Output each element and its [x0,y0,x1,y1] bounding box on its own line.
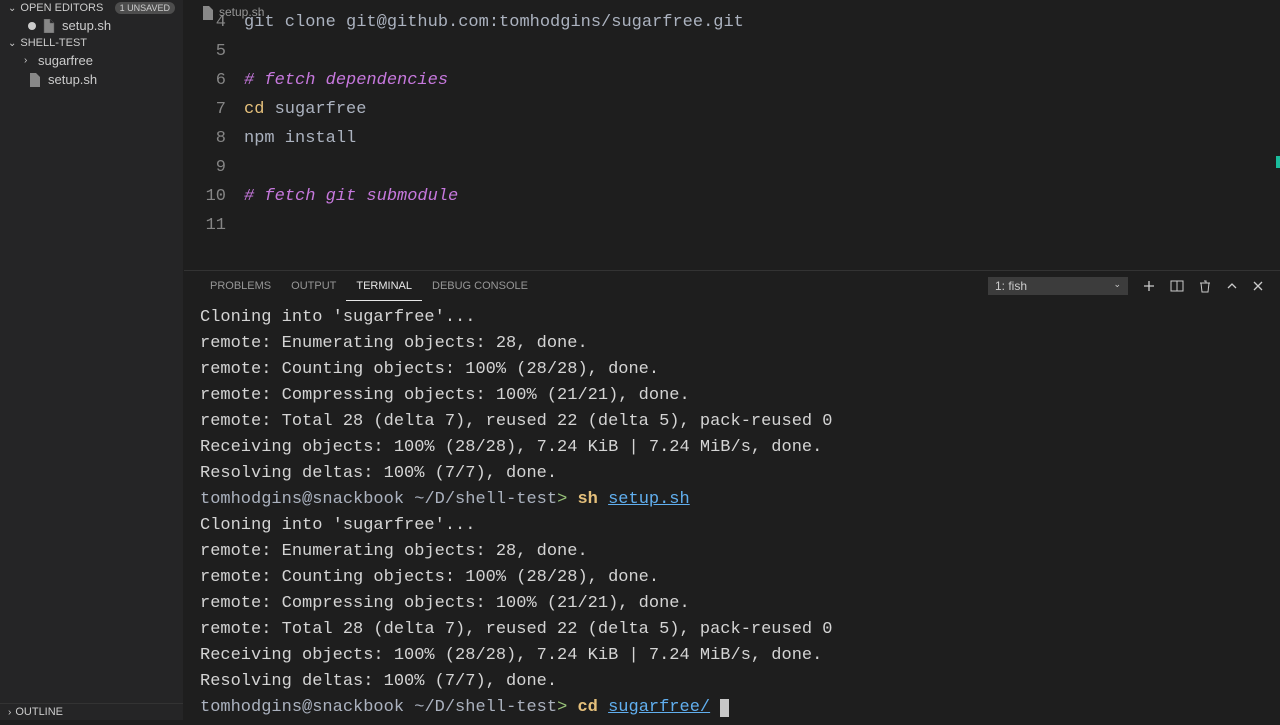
file-icon [202,6,214,20]
explorer-sidebar: ⌄ OPEN EDITORS 1 UNSAVED setup.sh ⌄ SHEL… [0,0,184,720]
line-number-gutter: 4567891011 [184,0,244,270]
unsaved-badge: 1 UNSAVED [115,2,175,14]
split-terminal-icon[interactable] [1170,279,1184,293]
terminal-selector[interactable]: 1: fish ⌄ [988,277,1128,295]
close-icon[interactable] [1252,280,1264,292]
modified-dot-icon [28,22,36,30]
main-area: setup.sh 4567891011 git clone git@github… [184,0,1280,720]
panel-tab-debug[interactable]: DEBUG CONSOLE [422,271,538,301]
open-editor-name: setup.sh [62,18,111,33]
panel-tab-problems[interactable]: PROBLEMS [200,271,281,301]
chevron-right-icon: › [24,55,36,66]
sidebar-item-setupsh[interactable]: setup.sh [0,70,183,89]
panel-tab-bar: PROBLEMS OUTPUT TERMINAL DEBUG CONSOLE 1… [184,271,1280,301]
file-icon [42,19,56,33]
minimap-marker [1276,156,1280,168]
trash-icon[interactable] [1198,279,1212,293]
tab-filename: setup.sh [219,0,264,27]
new-terminal-icon[interactable] [1142,279,1156,293]
editor[interactable]: setup.sh 4567891011 git clone git@github… [184,0,1280,270]
editor-tab[interactable]: setup.sh [202,0,264,27]
terminal-selector-value: 1: fish [995,279,1027,293]
chevron-down-icon: ⌄ [8,3,16,14]
project-header[interactable]: ⌄ SHELL-TEST [0,35,183,51]
project-label: SHELL-TEST [20,37,87,49]
bottom-panel: PROBLEMS OUTPUT TERMINAL DEBUG CONSOLE 1… [184,270,1280,725]
folder-name: sugarfree [38,53,93,68]
code-content[interactable]: git clone git@github.com:tomhodgins/suga… [244,0,744,270]
chevron-down-icon: ⌄ [8,38,16,49]
sidebar-item-sugarfree[interactable]: › sugarfree [0,51,183,70]
chevron-up-icon[interactable] [1226,280,1238,292]
panel-tab-terminal[interactable]: TERMINAL [346,271,422,301]
terminal-output[interactable]: Cloning into 'sugarfree'...remote: Enume… [184,301,1280,725]
panel-tab-output[interactable]: OUTPUT [281,271,346,301]
chevron-right-icon: › [8,707,11,718]
file-icon [28,73,42,87]
open-editors-label: OPEN EDITORS [20,2,103,14]
outline-label: OUTLINE [15,706,63,718]
outline-header[interactable]: › OUTLINE [0,703,183,720]
open-editor-item[interactable]: setup.sh [0,16,183,35]
open-editors-header[interactable]: ⌄ OPEN EDITORS 1 UNSAVED [0,0,183,16]
file-name: setup.sh [48,72,97,87]
chevron-down-icon: ⌄ [1113,279,1121,290]
